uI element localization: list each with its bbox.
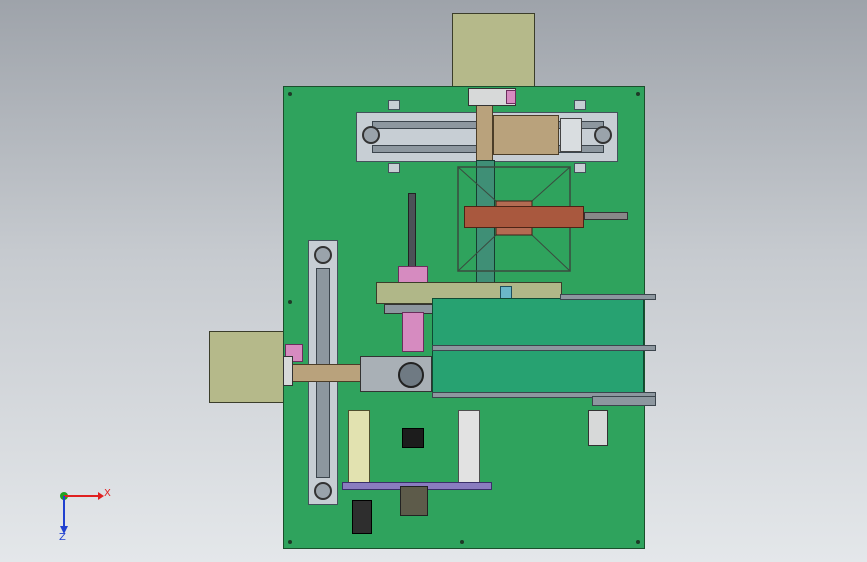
center-black-block [402, 428, 424, 448]
cad-viewport[interactable]: X Z [0, 0, 867, 562]
top-mount-block [574, 163, 586, 173]
gripper-cylinder[interactable] [464, 206, 584, 228]
top-carriage[interactable] [493, 115, 559, 155]
gearbox-wheel [398, 362, 424, 388]
left-horizontal-arm[interactable] [290, 364, 364, 382]
left-motor-flange [283, 356, 293, 386]
lift-cylinder[interactable] [402, 312, 424, 352]
z-axis-label: Z [59, 532, 66, 543]
gripper-rod [584, 212, 628, 220]
left-top-pulley [314, 246, 332, 264]
lead-screw-shaft [408, 193, 416, 267]
top-vertical-arm[interactable] [476, 100, 493, 162]
top-motor-housing[interactable] [452, 13, 535, 88]
x-axis-label: X [104, 488, 111, 499]
bottom-left-motor[interactable] [352, 500, 372, 534]
conveyor-top-rail [560, 294, 656, 300]
left-roller[interactable] [348, 410, 370, 490]
top-coupling [506, 90, 516, 104]
bottom-center-motor[interactable] [400, 486, 428, 516]
small-cylinder-arm [592, 396, 656, 406]
top-left-pulley [362, 126, 380, 144]
plate-screw [288, 300, 292, 304]
small-cylinder[interactable] [588, 410, 608, 446]
plate-screw [288, 92, 292, 96]
left-motor-housing[interactable] [209, 331, 285, 403]
top-mount-block [388, 163, 400, 173]
plate-screw [636, 92, 640, 96]
plate-screw [636, 540, 640, 544]
right-roller[interactable] [458, 410, 480, 490]
conveyor-mid-rail [432, 345, 656, 351]
plate-screw [460, 540, 464, 544]
top-carriage-plate [560, 118, 582, 152]
top-right-pulley [594, 126, 612, 144]
plate-screw [288, 540, 292, 544]
top-mount-block [388, 100, 400, 110]
left-bottom-pulley [314, 482, 332, 500]
top-mount-block [574, 100, 586, 110]
